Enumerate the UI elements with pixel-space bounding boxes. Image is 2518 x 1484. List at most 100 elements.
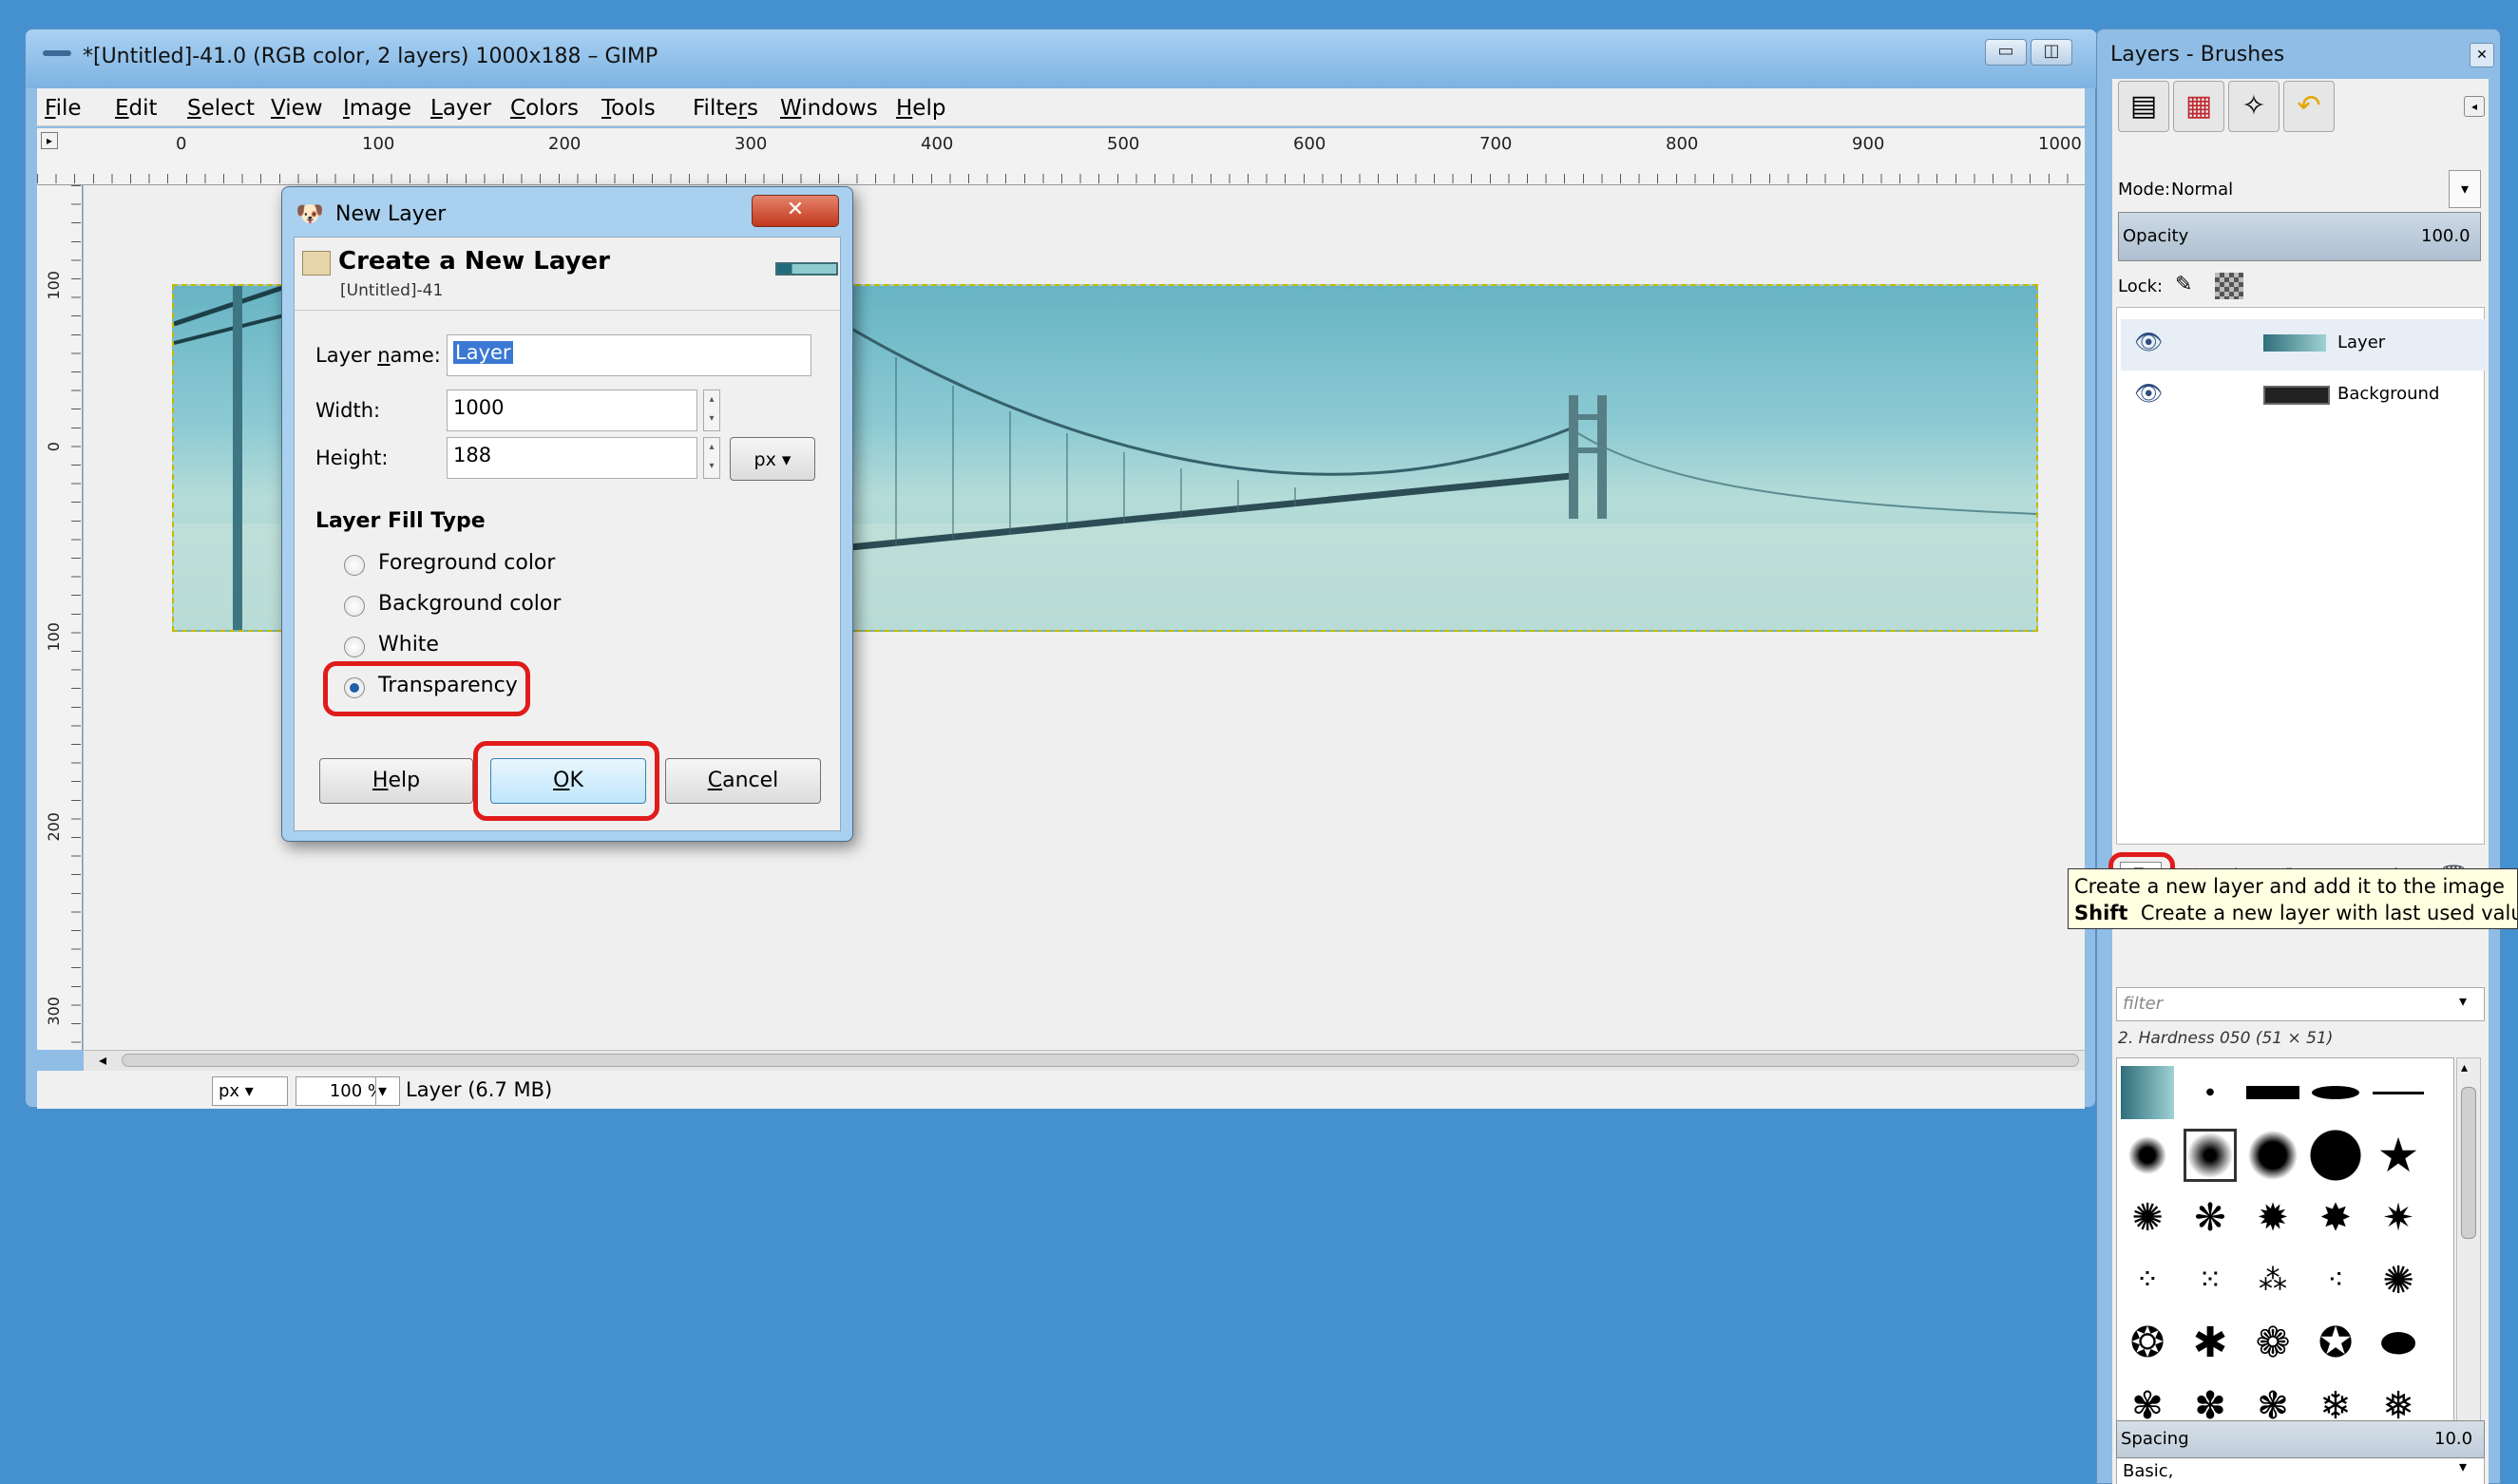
brush-ellipse[interactable]: [2309, 1066, 2362, 1119]
radio-white[interactable]: [344, 637, 365, 657]
ruler-tick-label: 300: [734, 134, 768, 154]
tab-paths-icon[interactable]: ✧: [2228, 81, 2280, 132]
menu-tools[interactable]: Tools: [601, 96, 656, 121]
brush-hardness-100[interactable]: [2309, 1129, 2362, 1182]
tab-undo-history-icon[interactable]: ↶: [2283, 81, 2335, 132]
filter-placeholder: filter: [2123, 994, 2164, 1014]
brush-sparks[interactable]: ⁂: [2246, 1254, 2299, 1307]
spacing-slider[interactable]: Spacing 10.0: [2116, 1420, 2485, 1458]
visibility-eye-icon[interactable]: 👁: [2134, 380, 2163, 407]
lock-alpha-checker-icon[interactable]: [2215, 273, 2243, 299]
brush-splatter[interactable]: ❋: [2184, 1191, 2237, 1245]
radio-background-color[interactable]: [344, 596, 365, 617]
unit-select[interactable]: px ▾: [212, 1076, 288, 1106]
new-layer-dialog: 🐶 New Layer ✕ Create a New Layer [Untitl…: [281, 186, 853, 842]
brush-set-dropdown-arrow-icon[interactable]: ▾: [2459, 1457, 2467, 1475]
cancel-button[interactable]: Cancel: [665, 758, 821, 804]
brush-line[interactable]: [2372, 1066, 2425, 1119]
scroll-up-arrow-icon[interactable]: ▴: [2461, 1060, 2468, 1075]
layer-thumbnail: [2263, 386, 2330, 405]
dialog-close-button[interactable]: ✕: [752, 195, 839, 227]
brush-sparks[interactable]: ⁙: [2184, 1254, 2237, 1307]
menu-help[interactable]: Help: [896, 96, 945, 121]
vertical-ruler[interactable]: 100 0 100 200 300: [37, 185, 83, 1050]
unit-dropdown[interactable]: px ▾: [730, 437, 815, 481]
brush-filter-input[interactable]: filter ▾: [2116, 987, 2485, 1021]
dock-close-icon[interactable]: ✕: [2470, 43, 2494, 67]
brush-texture[interactable]: ⬬: [2372, 1317, 2425, 1370]
menu-edit[interactable]: Edit: [115, 96, 158, 121]
height-spin-button[interactable]: ▴ ▾: [703, 437, 720, 479]
radio-label: White: [378, 633, 439, 656]
layer-row-layer[interactable]: 👁 Layer: [2121, 319, 2488, 371]
maximize-button[interactable]: ◫: [2031, 39, 2072, 66]
brush-star[interactable]: ★: [2372, 1129, 2425, 1182]
radio-label: Background color: [378, 592, 562, 616]
menu-file[interactable]: File: [45, 96, 82, 121]
statusbar: px ▾ 100 % ▾ Layer (6.7 MB): [37, 1071, 2085, 1109]
tab-menu-icon[interactable]: ◂: [2464, 96, 2485, 117]
brush-splatter[interactable]: ✺: [2121, 1191, 2174, 1245]
filter-dropdown-arrow-icon[interactable]: ▾: [2459, 992, 2467, 1010]
menu-filters[interactable]: Filters: [693, 96, 758, 121]
width-input[interactable]: 1000: [447, 390, 697, 431]
help-button[interactable]: Help: [319, 758, 473, 804]
brush-splatter[interactable]: ✸: [2309, 1191, 2362, 1245]
brush-hardness-small[interactable]: [2121, 1129, 2174, 1182]
menu-layer[interactable]: Layer: [430, 96, 491, 121]
brush-block[interactable]: [2246, 1066, 2299, 1119]
brush-clipboard-image[interactable]: [2121, 1066, 2174, 1119]
layer-name: Layer: [2337, 333, 2386, 352]
radio-label: Foreground color: [378, 551, 556, 575]
brush-info: 2. Hardness 050 (51 × 51): [2118, 1029, 2334, 1048]
tab-channels-icon[interactable]: ▦: [2173, 81, 2224, 132]
horizontal-ruler[interactable]: ▸ 0 100 200 300 400 500 600 700 800 900 …: [37, 128, 2085, 185]
brush-texture[interactable]: ❂: [2121, 1317, 2174, 1370]
brush-hardness-050-selected[interactable]: [2184, 1129, 2237, 1182]
brush-grid: ● ★ ✺ ❋ ✹ ✸ ✷ ⁘ ⁙ ⁂ ⁖ ✺ ❂ ✱ ❁ ✪ ⬬ ✾ ✽ ❃ …: [2116, 1057, 2454, 1447]
scroll-left-arrow-icon[interactable]: ◂: [99, 1051, 106, 1069]
menu-image[interactable]: Image: [343, 96, 411, 121]
horizontal-scrollbar[interactable]: ◂: [84, 1050, 2085, 1071]
scrollbar-thumb[interactable]: [122, 1054, 2079, 1067]
menu-select[interactable]: Select: [187, 96, 255, 121]
menu-windows[interactable]: Windows: [780, 96, 878, 121]
layer-row-background[interactable]: 👁 Background: [2121, 371, 2488, 422]
brush-set-select[interactable]: Basic, ▾: [2116, 1455, 2485, 1484]
brush-sparks[interactable]: ✺: [2372, 1254, 2425, 1307]
ruler-tick-label: 1000: [2038, 134, 2082, 154]
brush-splatter[interactable]: ✹: [2246, 1191, 2299, 1245]
main-titlebar[interactable]: *[Untitled]-41.0 (RGB color, 2 layers) 1…: [26, 29, 2097, 88]
brush-texture[interactable]: ✪: [2309, 1317, 2362, 1370]
width-label: Width:: [315, 399, 381, 422]
brush-hardness-075[interactable]: [2246, 1129, 2299, 1182]
brush-sparks[interactable]: ⁖: [2309, 1254, 2362, 1307]
lock-pixels-brush-icon[interactable]: ✎: [2175, 273, 2192, 296]
spacing-label: Spacing: [2121, 1429, 2189, 1449]
zoom-dropdown-arrow-icon[interactable]: ▾: [375, 1076, 400, 1106]
brush-grid-scrollbar[interactable]: ▴ ▾: [2456, 1057, 2481, 1447]
menu-view[interactable]: View: [271, 96, 323, 121]
width-spin-button[interactable]: ▴ ▾: [703, 390, 720, 431]
layer-name-input[interactable]: Layer: [447, 334, 811, 376]
brush-sparks[interactable]: ⁘: [2121, 1254, 2174, 1307]
opacity-slider[interactable]: Opacity 100.0: [2118, 212, 2481, 261]
visibility-eye-icon[interactable]: 👁: [2134, 329, 2163, 355]
ruler-corner-icon[interactable]: ▸: [41, 132, 58, 149]
brush-texture[interactable]: ❁: [2246, 1317, 2299, 1370]
height-input[interactable]: 188: [447, 437, 697, 479]
layers-brushes-dock: Layers - Brushes ✕ ▤ ▦ ✧ ↶ ◂ Mode: Norma…: [2096, 29, 2501, 1484]
minimize-button[interactable]: ▭: [1985, 39, 2027, 66]
brush-pixel[interactable]: ●: [2184, 1066, 2237, 1119]
radio-foreground-color[interactable]: [344, 555, 365, 576]
scrollbar-thumb[interactable]: [2461, 1087, 2476, 1239]
tooltip-line-2: Shift Create a new layer with last used …: [2074, 900, 2517, 926]
ruler-tick-label: 600: [1293, 134, 1326, 154]
dialog-subheading: [Untitled]-41: [340, 281, 444, 300]
menu-colors[interactable]: Colors: [510, 96, 579, 121]
gimp-wilber-icon: 🐶: [296, 200, 324, 227]
brush-texture[interactable]: ✱: [2184, 1317, 2237, 1370]
mode-dropdown-button[interactable]: ▾: [2449, 170, 2481, 208]
tab-layers-icon[interactable]: ▤: [2118, 81, 2169, 132]
brush-splatter[interactable]: ✷: [2372, 1191, 2425, 1245]
